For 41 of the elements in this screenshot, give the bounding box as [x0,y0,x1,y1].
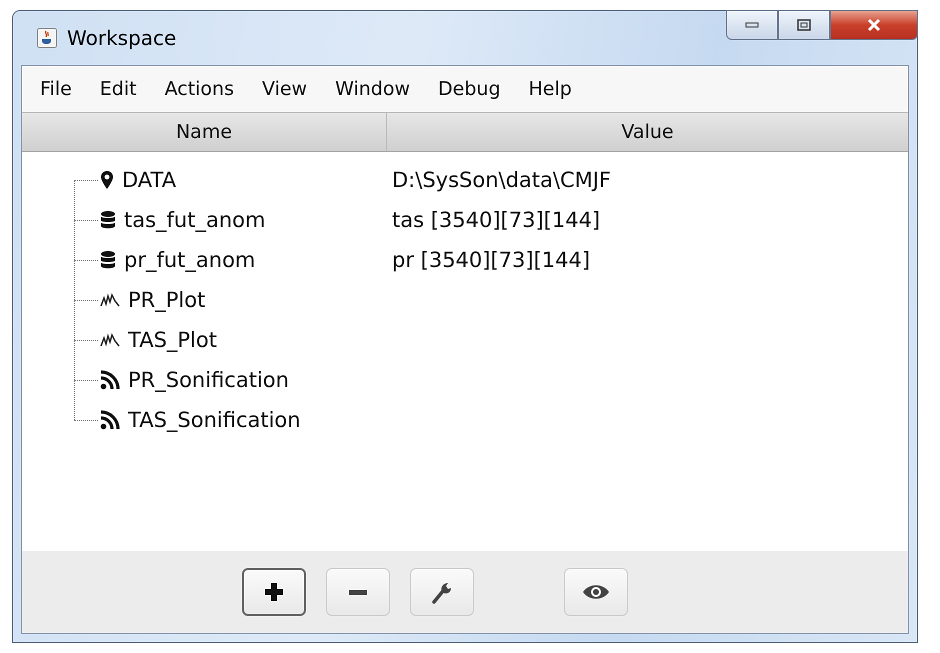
value-cell-text: pr [3540][73][144] [391,248,590,272]
plus-icon [263,581,285,603]
value-cell-text: D:\SysSon\data\CMJF [391,168,612,192]
value-cell-text: tas [3540][73][144] [391,208,600,232]
menu-item[interactable]: Edit [88,74,153,104]
close-icon [866,18,882,32]
minimize-button[interactable] [726,10,778,40]
remove-button[interactable] [326,568,390,616]
database-icon [100,210,116,230]
tree-item[interactable]: TAS_Plot [128,328,217,352]
tree-item[interactable]: TAS_Sonification [128,408,301,432]
menu-item[interactable]: Debug [426,74,516,104]
menu-item[interactable]: View [250,74,324,104]
close-button[interactable] [830,10,918,40]
maximize-button[interactable] [778,10,830,40]
column-header[interactable]: Name [22,113,387,151]
line-graph-icon [100,292,120,308]
tree-item[interactable]: pr_fut_anom [124,248,256,272]
eye-icon [582,583,610,601]
add-button[interactable] [242,568,306,616]
rss-feed-icon [100,370,120,390]
view-button[interactable] [564,568,628,616]
line-graph-icon [100,332,120,348]
minimize-icon [745,22,759,28]
rss-feed-icon [100,410,120,430]
tree-item[interactable]: PR_Plot [128,288,206,312]
window-title: Workspace [67,26,176,50]
menu-item[interactable]: File [28,74,88,104]
cup-icon [37,28,57,48]
tree-item[interactable]: tas_fut_anom [124,208,266,232]
menu-item[interactable]: Actions [152,74,250,104]
menu-item[interactable]: Window [323,74,426,104]
column-header[interactable]: Value [387,113,908,151]
tree-item[interactable]: PR_Sonification [128,368,289,392]
maximize-icon [797,19,811,31]
tree-item[interactable]: DATA [122,168,176,192]
wrench-button[interactable] [410,568,474,616]
menu-item[interactable]: Help [516,74,588,104]
location-pin-icon [100,170,114,190]
database-icon [100,250,116,270]
minus-icon [349,590,367,594]
